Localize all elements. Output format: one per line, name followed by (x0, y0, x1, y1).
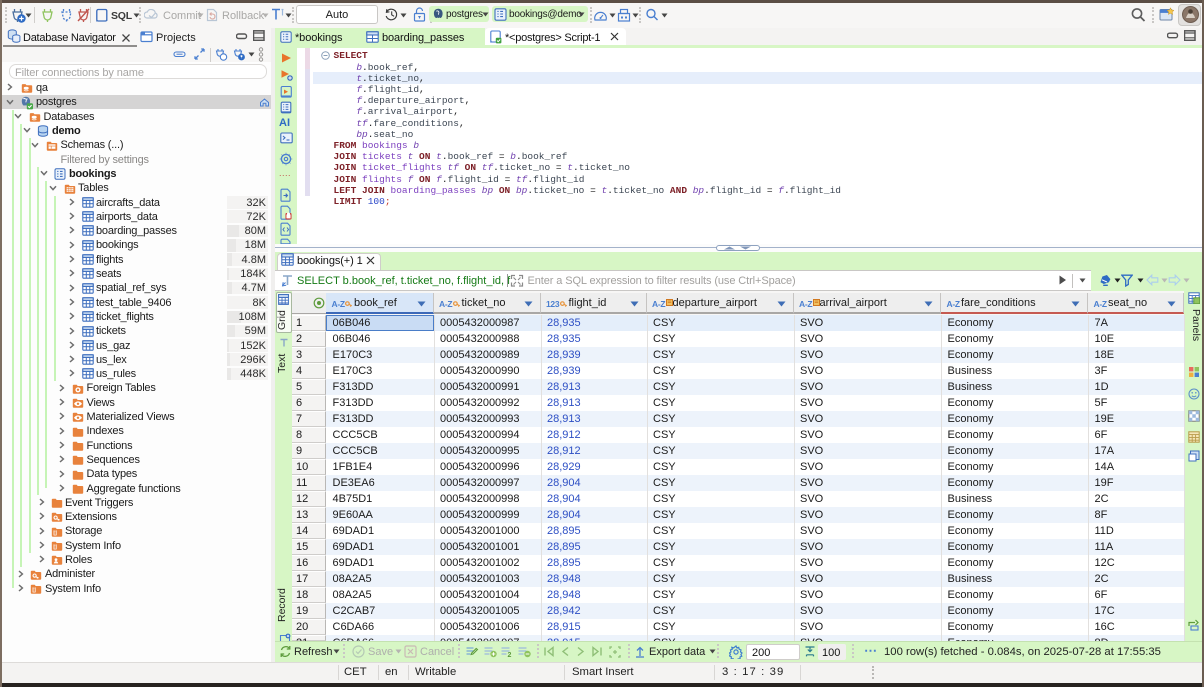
svg-text:2: 2 (508, 652, 512, 658)
